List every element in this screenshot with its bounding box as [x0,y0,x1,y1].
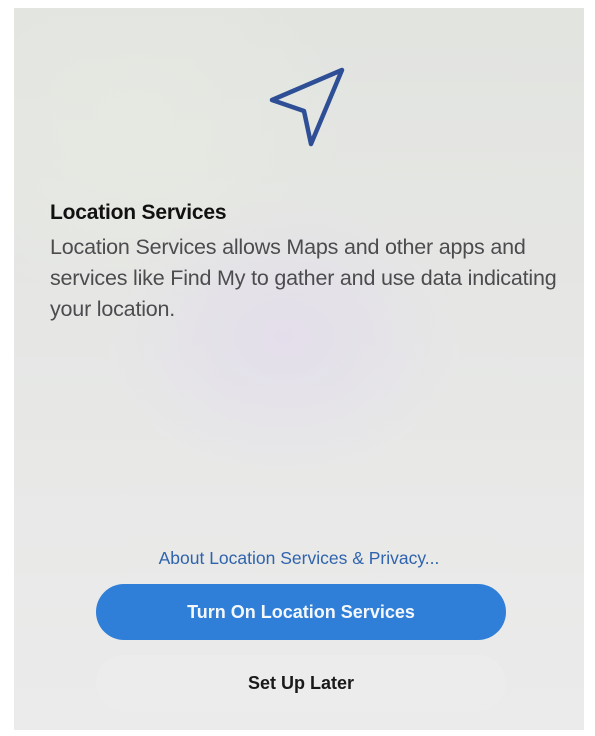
turn-on-location-services-button[interactable]: Turn On Location Services [96,584,506,640]
privacy-link[interactable]: About Location Services & Privacy... [14,548,584,569]
set-up-later-button[interactable]: Set Up Later [96,655,506,711]
location-services-screen: Location Services Location Services allo… [14,8,584,730]
location-arrow-icon [269,67,345,147]
description-text: Location Services allows Maps and other … [50,235,557,321]
page-title: Location Services [50,201,227,224]
secondary-button-label: Set Up Later [247,672,355,693]
primary-button-label: Turn On Location Services [187,601,415,622]
